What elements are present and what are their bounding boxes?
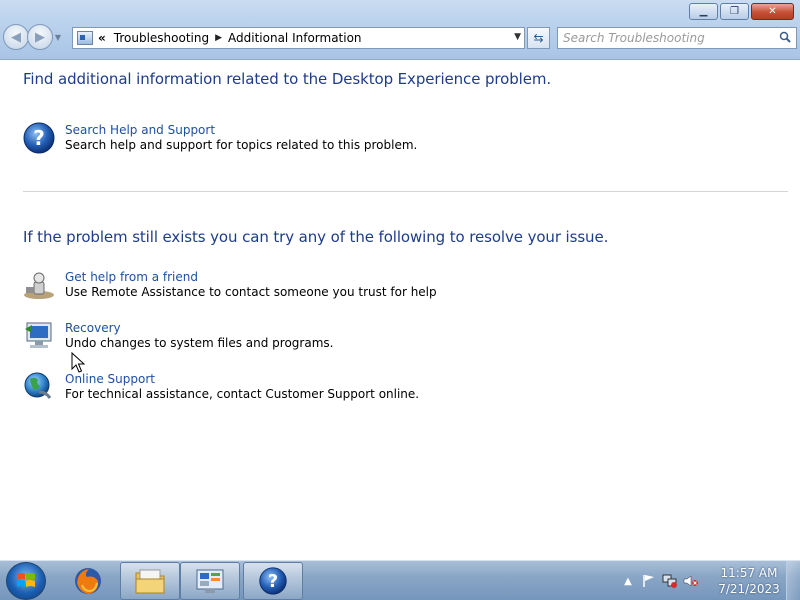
task-online-support[interactable]: Online Support For technical assistance,…	[22, 370, 419, 404]
windows-logo-icon	[17, 573, 35, 587]
forward-arrow-icon: ▶	[35, 29, 45, 45]
mouse-cursor-icon	[71, 352, 86, 373]
chevron-up-icon: ▲	[624, 575, 632, 587]
volume-muted-icon[interactable]	[683, 573, 699, 589]
show-hidden-icons-button[interactable]: ▲	[620, 573, 636, 589]
minimize-button[interactable]: ▁	[689, 3, 718, 20]
control-panel-icon	[77, 31, 93, 45]
recovery-computer-icon	[25, 322, 52, 348]
close-button[interactable]: ✕	[751, 3, 794, 20]
address-dropdown-icon[interactable]: ▼	[514, 32, 521, 42]
recovery-link[interactable]: Recovery	[65, 321, 333, 336]
network-icon[interactable]	[662, 573, 678, 589]
recovery-description: Undo changes to system files and program…	[65, 336, 334, 350]
control-panel-taskbar-icon	[196, 569, 224, 593]
refresh-icon: ⇆	[533, 31, 544, 45]
help-question-icon: ?	[23, 122, 55, 154]
breadcrumb-additional-information[interactable]: Additional Information	[228, 31, 362, 45]
taskbar: ? ▲ 11:57 AM 7/21/2023	[0, 560, 800, 600]
chevron-down-icon: ▼	[54, 32, 62, 42]
breadcrumb-separator-icon[interactable]: ▶	[215, 33, 222, 43]
breadcrumb-overflow[interactable]: «	[98, 31, 106, 45]
back-button[interactable]: ◀	[3, 24, 29, 50]
notification-area: ▲	[620, 561, 699, 600]
clock-time: 11:57 AM	[720, 566, 778, 580]
remote-assistance-icon	[24, 272, 54, 299]
back-arrow-icon: ◀	[11, 29, 21, 45]
system-clock[interactable]: 11:57 AM 7/21/2023	[716, 565, 782, 597]
get-help-from-friend-description: Use Remote Assistance to contact someone…	[65, 285, 437, 299]
restore-icon: ❐	[730, 5, 739, 17]
title-bar: ▁ ❐ ✕ ◀ ▶ ▼ « Troubleshooting ▶ Addition…	[0, 0, 800, 60]
svg-text:?: ?	[268, 572, 278, 592]
search-icon[interactable]	[779, 31, 791, 43]
taskbar-file-explorer[interactable]	[120, 562, 180, 600]
start-button[interactable]	[6, 562, 46, 600]
troubleshooting-window: ▁ ❐ ✕ ◀ ▶ ▼ « Troubleshooting ▶ Addition…	[0, 0, 800, 600]
folder-icon	[135, 569, 165, 594]
close-icon: ✕	[768, 5, 777, 17]
clock-date: 7/21/2023	[718, 582, 780, 596]
page-heading: Find additional information related to t…	[23, 70, 552, 88]
minimize-icon: ▁	[699, 5, 708, 17]
section-heading: If the problem still exists you can try …	[23, 228, 609, 246]
section-divider	[23, 191, 788, 192]
maximize-button[interactable]: ❐	[720, 3, 749, 20]
online-support-globe-icon	[24, 372, 52, 399]
window-controls: ▁ ❐ ✕	[689, 3, 794, 20]
taskbar-control-panel[interactable]	[180, 562, 240, 600]
refresh-button[interactable]: ⇆	[527, 27, 550, 49]
help-taskbar-icon: ?	[259, 567, 287, 595]
content-area: Find additional information related to t…	[0, 61, 800, 560]
forward-button[interactable]: ▶	[27, 24, 53, 50]
taskbar-firefox[interactable]	[64, 562, 112, 600]
get-help-from-friend-link[interactable]: Get help from a friend	[65, 270, 437, 285]
online-support-link[interactable]: Online Support	[65, 372, 419, 387]
task-recovery[interactable]: Recovery Undo changes to system files an…	[22, 319, 333, 353]
search-placeholder: Search Troubleshooting	[563, 31, 705, 45]
search-input[interactable]: Search Troubleshooting	[557, 27, 797, 49]
breadcrumb-troubleshooting[interactable]: Troubleshooting	[114, 31, 209, 45]
svg-text:?: ?	[33, 126, 45, 150]
firefox-icon	[75, 568, 101, 594]
taskbar-help[interactable]: ?	[243, 562, 303, 600]
recent-pages-dropdown[interactable]: ▼	[53, 33, 63, 42]
action-center-flag-icon[interactable]	[641, 573, 657, 589]
address-bar[interactable]: « Troubleshooting ▶ Additional Informati…	[72, 27, 525, 49]
search-help-description: Search help and support for topics relat…	[65, 138, 418, 152]
show-desktop-button[interactable]	[786, 561, 800, 600]
online-support-description: For technical assistance, contact Custom…	[65, 387, 420, 401]
task-search-help[interactable]: ? Search Help and Support Search help an…	[22, 121, 417, 155]
navigation-buttons: ◀ ▶ ▼	[3, 24, 63, 50]
task-get-help-from-friend[interactable]: Get help from a friend Use Remote Assist…	[22, 268, 437, 302]
search-help-link[interactable]: Search Help and Support	[65, 123, 417, 138]
